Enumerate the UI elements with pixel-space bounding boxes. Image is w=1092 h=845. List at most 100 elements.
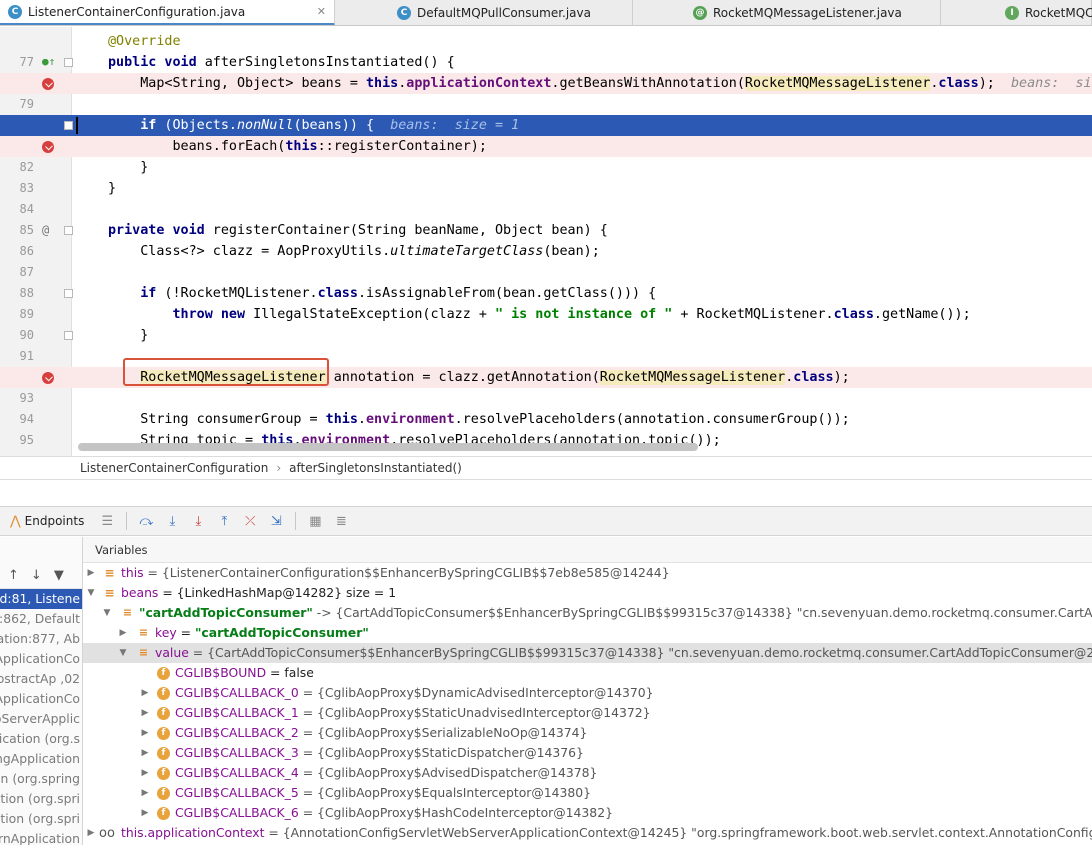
watch-glasses-icon: oo bbox=[99, 826, 115, 841]
filter-icon[interactable]: ▼ bbox=[54, 568, 64, 583]
variable-row[interactable]: ▶ ≡ key = "cartAddTopicConsumer" bbox=[83, 623, 1092, 643]
variables-header: Variables bbox=[83, 537, 1092, 563]
drop-frame-icon[interactable]: ⤫ bbox=[240, 511, 260, 531]
breadcrumb-method[interactable]: afterSingletonsInstantiated() bbox=[289, 461, 462, 475]
variable-row[interactable]: ▼ ≡ beans = {LinkedHashMap@14282} size =… bbox=[83, 583, 1092, 603]
arrow-up-icon[interactable]: ↑ bbox=[8, 568, 19, 583]
map-entry-icon: ≡ bbox=[138, 626, 149, 639]
list-icon: ≡ bbox=[104, 566, 115, 580]
fold-toggle[interactable] bbox=[64, 226, 73, 235]
trace-stream-icon[interactable]: ≣ bbox=[331, 511, 351, 531]
stack-frame[interactable]: zation:877, Ab bbox=[0, 629, 82, 649]
field-icon: f bbox=[157, 807, 170, 820]
menu-lines-icon[interactable]: ☰ bbox=[97, 511, 117, 531]
breadcrumb-class[interactable]: ListenerContainerConfiguration bbox=[80, 461, 268, 475]
variable-row[interactable]: ▶ f CGLIB$CALLBACK_2 = {CglibAopProxy$Se… bbox=[83, 723, 1092, 743]
expand-arrow-icon[interactable]: ▶ bbox=[139, 703, 151, 723]
tab-label: DefaultMQPullConsumer.java bbox=[417, 6, 591, 20]
stack-frame[interactable]: s:862, Default bbox=[0, 609, 82, 629]
expand-arrow-icon[interactable]: ▶ bbox=[139, 743, 151, 763]
variable-row[interactable]: ▶ f CGLIB$CALLBACK_3 = {CglibAopProxy$St… bbox=[83, 743, 1092, 763]
force-step-into-icon[interactable]: ⤓ bbox=[188, 511, 208, 531]
run-to-cursor-icon[interactable]: ⇲ bbox=[266, 511, 286, 531]
code-line: 86 @ private void registerContainer(Stri… bbox=[0, 220, 1092, 258]
arrow-down-icon[interactable]: ↓ bbox=[31, 568, 42, 583]
code-line: 85 bbox=[0, 199, 1092, 237]
breadcrumb-separator-icon: › bbox=[276, 461, 282, 475]
variable-row-selected[interactable]: ▼ ≡ value = {CartAddTopicConsumer$$Enhan… bbox=[83, 643, 1092, 663]
fold-toggle[interactable] bbox=[64, 289, 73, 298]
expand-arrow-icon[interactable]: ▶ bbox=[85, 563, 97, 583]
code-line: 91 } bbox=[0, 325, 1092, 363]
stack-frame[interactable]: 02, AbstractAp bbox=[0, 669, 82, 689]
tab-listener-container-configuration[interactable]: C ListenerContainerConfiguration.java ✕ bbox=[0, 0, 335, 25]
code-editor[interactable]: 77 @Override 78 ●↑ public void afterSing… bbox=[0, 27, 1092, 456]
expand-arrow-icon[interactable]: ▶ bbox=[139, 783, 151, 803]
variable-value: = {CartAddTopicConsumer$$EnhancerBySprin… bbox=[188, 645, 1092, 660]
expand-arrow-icon[interactable]: ▼ bbox=[117, 643, 129, 663]
field-icon: f bbox=[157, 727, 170, 740]
at-marker-icon[interactable]: @ bbox=[42, 223, 56, 237]
field-icon: f bbox=[157, 667, 170, 680]
variable-name: CGLIB$CALLBACK_5 bbox=[175, 785, 299, 800]
stack-frame[interactable]: ation (org.spri bbox=[0, 789, 82, 809]
variable-row[interactable]: ▶ f CGLIB$CALLBACK_1 = {CglibAopProxy$St… bbox=[83, 703, 1092, 723]
variable-row[interactable]: ▶ f CGLIB$CALLBACK_6 = {CglibAopProxy$Ha… bbox=[83, 803, 1092, 823]
variable-row[interactable]: ▶ f CGLIB$CALLBACK_5 = {CglibAopProxy$Eq… bbox=[83, 783, 1092, 803]
stack-frame[interactable]: bServerApplic bbox=[0, 709, 82, 729]
tab-rocketmq-message-listener[interactable]: @ RocketMQMessageListener.java bbox=[633, 0, 941, 25]
breakpoint-icon[interactable] bbox=[42, 141, 54, 153]
code-line: 84 } bbox=[0, 178, 1092, 216]
stack-frame[interactable]: arnApplication bbox=[0, 829, 82, 845]
variable-row[interactable]: ▼ ≡ "cartAddTopicConsumer" -> {CartAddTo… bbox=[83, 603, 1092, 623]
stack-frame[interactable]: ApplicationCo bbox=[0, 649, 82, 669]
step-over-icon[interactable]: ⤼ bbox=[136, 511, 156, 531]
variable-row[interactable]: ▶ f CGLIB$CALLBACK_4 = {CglibAopProxy$Ad… bbox=[83, 763, 1092, 783]
breakpoint-icon[interactable] bbox=[42, 78, 54, 90]
toolbar-separator bbox=[126, 512, 128, 530]
variable-value: = {CglibAopProxy$EqualsInterceptor@14380… bbox=[298, 785, 592, 800]
expand-arrow-icon[interactable]: ▶ bbox=[85, 823, 97, 843]
step-into-icon[interactable]: ⤓ bbox=[162, 511, 182, 531]
endpoints-tab[interactable]: ⋀ Endpoints bbox=[10, 514, 84, 529]
expand-arrow-icon[interactable]: ▼ bbox=[101, 603, 113, 623]
tab-rocketmq-co[interactable]: I RocketMQCo bbox=[941, 0, 1092, 25]
list-icon: ≡ bbox=[104, 586, 115, 600]
field-icon: f bbox=[157, 767, 170, 780]
stack-frame[interactable]: ation (org.spri bbox=[0, 809, 82, 829]
code-line: 83 } bbox=[0, 157, 1092, 195]
code-line: 78 ●↑ public void afterSingletonsInstant… bbox=[0, 52, 1092, 90]
stack-frame[interactable]: lication (org.s bbox=[0, 729, 82, 749]
override-marker-icon[interactable]: ●↑ bbox=[42, 55, 56, 69]
variable-row[interactable]: ▶ oo this.applicationContext = {Annotati… bbox=[83, 823, 1092, 843]
variable-row[interactable]: ▶ ≡ this = {ListenerContainerConfigurati… bbox=[83, 563, 1092, 583]
stack-frame[interactable]: ringApplication bbox=[0, 749, 82, 769]
expand-arrow-icon[interactable]: ▼ bbox=[85, 583, 97, 603]
expand-arrow-icon[interactable]: ▶ bbox=[139, 763, 151, 783]
variable-row[interactable]: ▶ f CGLIB$CALLBACK_0 = {CglibAopProxy$Dy… bbox=[83, 683, 1092, 703]
step-out-icon[interactable]: ⤒ bbox=[214, 511, 234, 531]
variable-name: CGLIB$CALLBACK_0 bbox=[175, 685, 299, 700]
horizontal-scrollbar[interactable] bbox=[78, 443, 698, 451]
fold-toggle[interactable] bbox=[64, 331, 73, 340]
breakpoint-icon[interactable] bbox=[42, 372, 54, 384]
expand-arrow-icon[interactable]: ▶ bbox=[139, 723, 151, 743]
stack-frame[interactable]: tion (org.spring bbox=[0, 769, 82, 789]
field-icon: f bbox=[157, 687, 170, 700]
evaluate-expression-icon[interactable]: ▦ bbox=[305, 511, 325, 531]
stack-frame[interactable]: ttApplicationCo bbox=[0, 689, 82, 709]
stack-frame[interactable]: ted:81, Listene bbox=[0, 589, 82, 609]
variable-name: this bbox=[121, 565, 144, 580]
variable-row[interactable]: f CGLIB$BOUND = false bbox=[83, 663, 1092, 683]
expand-arrow-icon[interactable]: ▶ bbox=[139, 683, 151, 703]
inline-value-hint: beans: siz bbox=[1010, 76, 1092, 91]
tab-default-mq-pull-consumer[interactable]: C DefaultMQPullConsumer.java bbox=[335, 0, 633, 25]
fold-toggle[interactable] bbox=[64, 58, 73, 67]
expand-arrow-icon[interactable]: ▶ bbox=[117, 623, 129, 643]
expand-arrow-icon[interactable]: ▶ bbox=[139, 803, 151, 823]
fold-toggle[interactable] bbox=[64, 121, 73, 130]
field-icon: f bbox=[157, 747, 170, 760]
code-lines: 77 @Override 78 ●↑ public void afterSing… bbox=[0, 31, 1092, 456]
variable-name: CGLIB$BOUND bbox=[175, 665, 267, 680]
close-icon[interactable]: ✕ bbox=[317, 5, 326, 18]
